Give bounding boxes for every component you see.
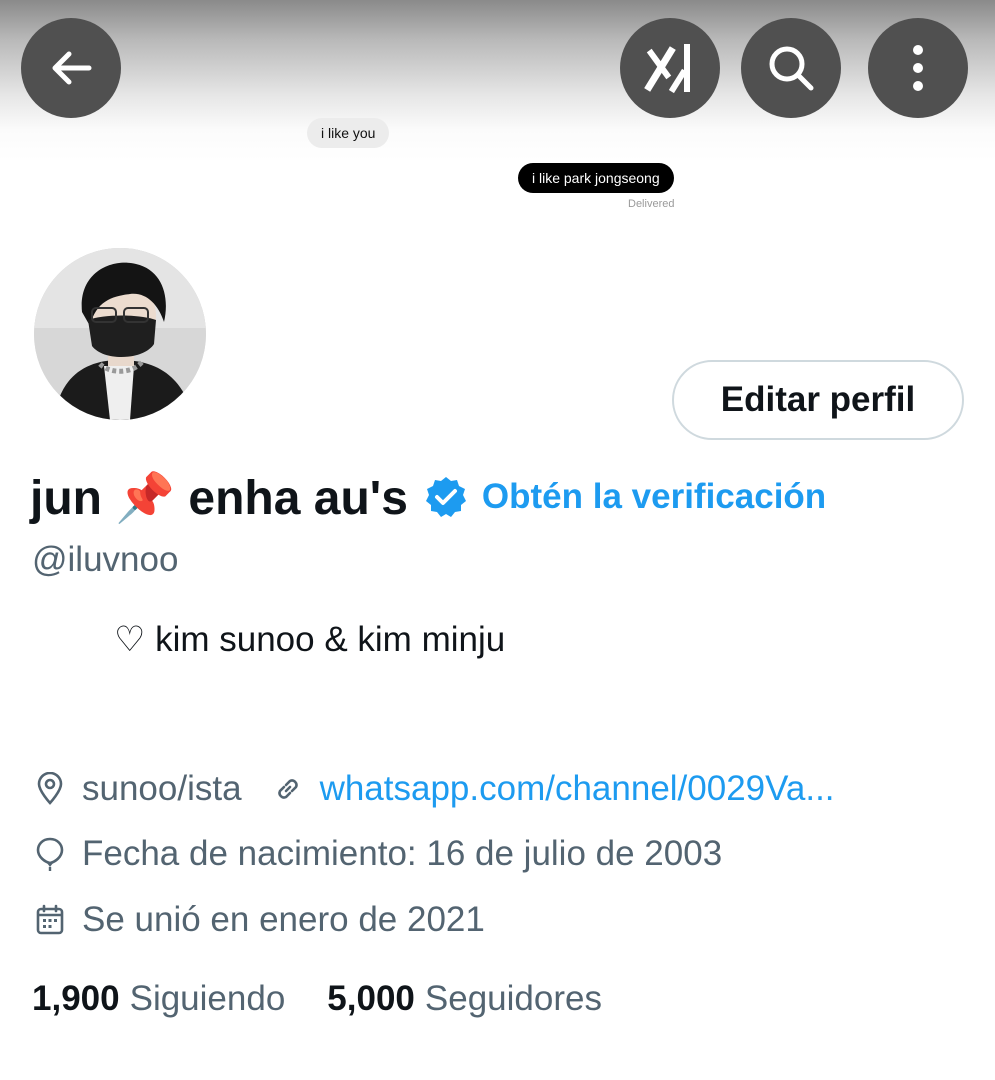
verified-badge-icon xyxy=(425,477,466,517)
grok-icon xyxy=(644,44,690,94)
profile-avatar[interactable] xyxy=(30,244,210,424)
followers-count: 5,000 xyxy=(327,979,415,1018)
more-options-button[interactable] xyxy=(868,18,968,118)
chat-bubble-incoming: i like you xyxy=(307,118,390,148)
followers-link[interactable]: 5,000 Seguidores xyxy=(327,979,602,1019)
profile-bio: ♡ kim sunoo & kim minju xyxy=(114,620,506,659)
grok-button[interactable] xyxy=(620,18,720,118)
profile-banner[interactable]: i like you i like park jongseong Deliver… xyxy=(0,0,995,235)
back-button[interactable] xyxy=(21,18,121,118)
location-text: sunoo/ista xyxy=(82,769,242,808)
balloon-icon xyxy=(32,836,68,872)
profile-name-row: jun 📌 enha au's Obtén la verificación xyxy=(30,462,826,532)
following-count: 1,900 xyxy=(32,979,120,1018)
get-verified-link[interactable]: Obtén la verificación xyxy=(482,477,826,517)
chat-bubble-outgoing: i like park jongseong xyxy=(518,163,674,193)
follow-stats: 1,900 Siguiendo 5,000 Seguidores xyxy=(32,976,602,1022)
followers-label: Seguidores xyxy=(424,979,602,1018)
display-name: jun 📌 enha au's xyxy=(30,471,408,525)
link-icon xyxy=(270,771,306,807)
birthday-text: Fecha de nacimiento: 16 de julio de 2003 xyxy=(82,834,723,873)
profile-meta-location-website: sunoo/ista whatsapp.com/channel/0029Va..… xyxy=(32,766,835,812)
following-link[interactable]: 1,900 Siguiendo xyxy=(32,979,285,1019)
search-icon xyxy=(769,46,814,91)
avatar-image xyxy=(34,248,206,420)
following-label: Siguiendo xyxy=(129,979,286,1018)
user-handle: @iluvnoo xyxy=(32,540,179,579)
profile-meta-birthday: Fecha de nacimiento: 16 de julio de 2003 xyxy=(32,831,722,877)
delivered-status: Delivered xyxy=(628,198,675,210)
search-button[interactable] xyxy=(741,18,841,118)
location-pin-icon xyxy=(32,771,68,807)
arrow-left-icon xyxy=(52,51,92,85)
joined-text: Se unió en enero de 2021 xyxy=(82,900,485,939)
calendar-icon xyxy=(32,902,68,938)
edit-profile-button[interactable]: Editar perfil xyxy=(672,360,964,440)
more-vertical-icon xyxy=(913,45,923,91)
website-link[interactable]: whatsapp.com/channel/0029Va... xyxy=(320,769,835,809)
profile-meta-joined: Se unió en enero de 2021 xyxy=(32,897,485,943)
